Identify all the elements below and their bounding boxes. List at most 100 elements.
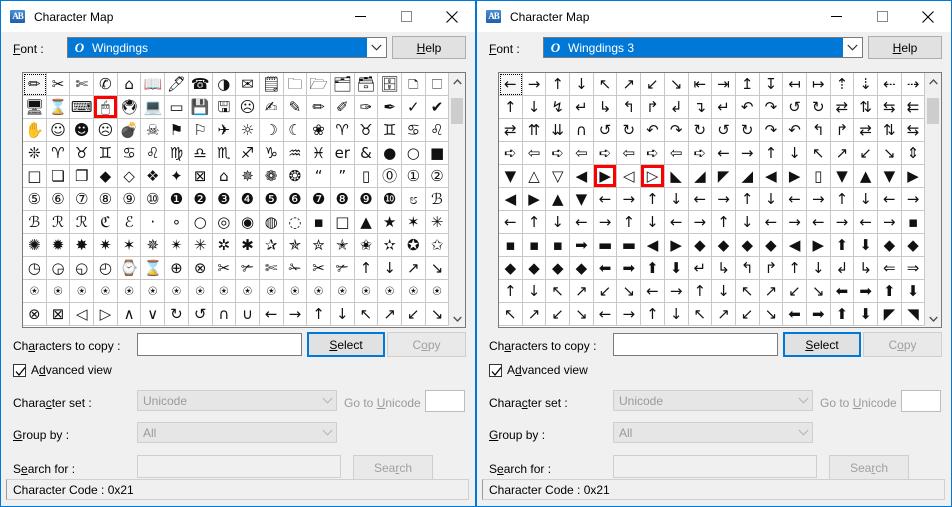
character-cell[interactable]: ⊗ <box>188 257 213 280</box>
character-cell[interactable]: ↘ <box>664 73 689 96</box>
character-cell[interactable]: ▪ <box>499 234 523 257</box>
character-cell[interactable]: ↑ <box>499 280 523 303</box>
character-cell[interactable]: ♈ <box>330 119 355 142</box>
character-cell[interactable]: ▶ <box>522 188 547 211</box>
character-cell[interactable]: ▼ <box>878 165 902 188</box>
characters-to-copy-input[interactable] <box>137 333 302 356</box>
character-cell[interactable]: ↗ <box>759 280 784 303</box>
character-cell[interactable]: ↑ <box>759 142 784 165</box>
character-cell[interactable]: ✯ <box>283 234 308 257</box>
character-cell[interactable]: ⑥ <box>46 188 71 211</box>
character-cell[interactable]: ↑ <box>783 257 807 280</box>
character-cell[interactable]: ♑ <box>259 142 284 165</box>
character-cell[interactable]: ♎ <box>188 142 213 165</box>
search-for-input[interactable] <box>613 455 817 478</box>
character-cell[interactable]: ◆ <box>712 234 736 257</box>
character-cell[interactable]: ⇢ <box>901 73 925 96</box>
character-cell[interactable]: 🗂 <box>330 73 355 96</box>
character-cell[interactable]: ✰ <box>259 234 284 257</box>
character-cell[interactable]: ⇤ <box>688 73 713 96</box>
search-button[interactable]: Search <box>829 455 909 480</box>
chevron-up-icon[interactable] <box>925 73 941 90</box>
grid-scrollbar[interactable] <box>449 73 465 327</box>
character-cell[interactable]: ❂ <box>283 165 308 188</box>
character-cell[interactable]: 🗃 <box>354 73 379 96</box>
character-cell[interactable]: ⇇ <box>901 96 925 119</box>
character-cell[interactable]: ◆ <box>878 234 902 257</box>
character-cell[interactable]: ↘ <box>425 303 449 326</box>
character-cell[interactable]: → <box>783 211 807 234</box>
character-cell[interactable]: ⍟ <box>425 280 449 303</box>
character-cell[interactable]: ↘ <box>570 303 594 326</box>
character-cell[interactable]: ○ <box>188 211 213 234</box>
character-cell[interactable]: 🗄 <box>378 73 402 96</box>
character-cell[interactable]: ◀ <box>570 165 594 188</box>
chevron-down-icon[interactable] <box>449 310 465 327</box>
character-cell[interactable]: ↖ <box>499 303 523 326</box>
character-cell[interactable]: ▼ <box>570 188 594 211</box>
character-cell[interactable]: ↑ <box>830 188 855 211</box>
character-cell[interactable]: ↯ <box>546 96 571 119</box>
character-cell[interactable]: → <box>901 188 925 211</box>
character-cell[interactable]: ⌂ <box>212 165 237 188</box>
character-cell[interactable]: ❸ <box>212 188 237 211</box>
character-cell[interactable]: ↻ <box>806 96 831 119</box>
character-cell[interactable]: ◵ <box>70 257 95 280</box>
character-cell[interactable]: ∩ <box>570 119 594 142</box>
character-cell[interactable]: ↑ <box>712 211 736 234</box>
character-cell[interactable]: ❀ <box>307 119 331 142</box>
character-cell[interactable]: ⇄ <box>499 119 523 142</box>
character-cell[interactable]: ∨ <box>141 303 166 326</box>
font-combobox[interactable]: O Wingdings <box>67 37 387 58</box>
character-cell[interactable]: 🗅 <box>402 73 426 96</box>
group-by-combobox[interactable]: All <box>613 422 813 443</box>
character-cell[interactable]: ↳ <box>854 257 878 280</box>
character-cell[interactable]: ❶ <box>165 188 189 211</box>
character-cell[interactable]: → <box>878 211 902 234</box>
character-cell[interactable]: ▶ <box>664 234 689 257</box>
character-cell[interactable]: ↺ <box>712 119 736 142</box>
character-cell[interactable]: ⇦ <box>522 142 547 165</box>
character-cell[interactable]: ⇄ <box>854 119 878 142</box>
character-cell[interactable]: ↘ <box>878 142 902 165</box>
character-cell[interactable]: ↗ <box>570 280 594 303</box>
character-cell[interactable]: ⍟ <box>330 280 355 303</box>
character-cell[interactable]: ೮ <box>402 188 426 211</box>
character-cell[interactable]: “ <box>307 165 331 188</box>
character-cell[interactable]: ↰ <box>806 119 831 142</box>
character-cell[interactable]: ◷ <box>23 257 47 280</box>
character-cell[interactable]: ▶ <box>783 165 807 188</box>
chevron-down-icon[interactable] <box>843 38 862 57</box>
character-cell[interactable]: ◌ <box>283 211 308 234</box>
character-cell[interactable]: ← <box>688 188 713 211</box>
character-cell[interactable]: ◉ <box>236 211 260 234</box>
character-cell[interactable]: ↳ <box>593 96 618 119</box>
character-cell[interactable]: ↓ <box>759 188 784 211</box>
character-cell[interactable]: ⇦ <box>617 142 642 165</box>
character-cell[interactable]: ⍟ <box>307 280 331 303</box>
character-cell[interactable]: ▪ <box>522 234 547 257</box>
character-cell[interactable]: ↗ <box>830 142 855 165</box>
character-cell[interactable]: 🗒 <box>259 73 284 96</box>
character-cell[interactable]: ▪ <box>546 234 571 257</box>
character-cell[interactable]: ♉ <box>354 119 379 142</box>
character-cell[interactable]: ◆ <box>901 234 925 257</box>
character-cell[interactable]: ↙ <box>854 142 878 165</box>
character-cell[interactable]: ← <box>712 142 736 165</box>
character-cell[interactable]: ✂ <box>212 257 237 280</box>
character-cell[interactable]: ↙ <box>641 73 665 96</box>
character-cell[interactable]: ✬ <box>354 234 379 257</box>
character-cell[interactable]: ✺ <box>23 234 47 257</box>
character-cell[interactable]: ☎ <box>188 73 213 96</box>
character-cell[interactable]: ☾ <box>283 119 308 142</box>
character-cell[interactable]: ↗ <box>712 303 736 326</box>
character-cell[interactable]: ∧ <box>117 303 142 326</box>
font-selected-value[interactable]: O Wingdings 3 <box>544 38 843 57</box>
character-cell[interactable]: ▷ <box>94 303 118 326</box>
character-cell[interactable]: ↓ <box>712 280 736 303</box>
character-cell[interactable]: ↗ <box>378 303 402 326</box>
character-cell[interactable]: ② <box>425 165 449 188</box>
character-cell[interactable]: ▯ <box>354 165 379 188</box>
character-cell[interactable]: ← <box>641 280 665 303</box>
character-cell[interactable]: ◀ <box>499 188 523 211</box>
